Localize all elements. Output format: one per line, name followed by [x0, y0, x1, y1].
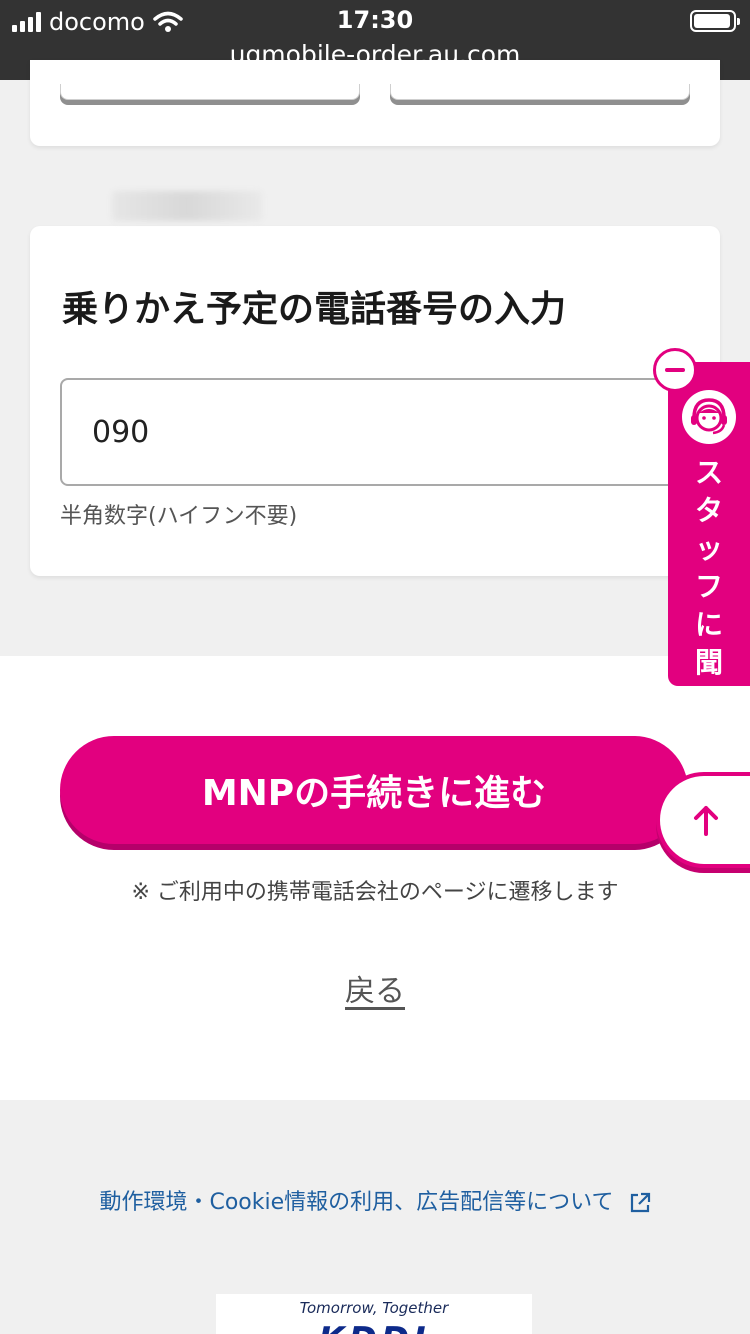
footer-link-label: 動作環境・Cookie情報の利用、広告配信等について: [99, 1190, 614, 1215]
minimize-icon[interactable]: [653, 348, 697, 392]
phone-number-input[interactable]: [60, 378, 700, 486]
external-link-icon: [630, 1192, 650, 1213]
staff-char: タ: [694, 494, 723, 527]
headset-staff-icon: [682, 390, 736, 444]
card-title: 乗りかえ予定の電話番号の入力: [62, 289, 567, 330]
input-hint: 半角数字(ハイフン不要): [60, 504, 298, 529]
kddi-logo: Tomorrow, Together KDDI: [216, 1294, 532, 1334]
option-card-partial: [30, 60, 720, 146]
staff-char: に: [694, 608, 723, 641]
mnp-proceed-button[interactable]: MNPの手続きに進む: [60, 736, 688, 844]
redirect-note: ※ ご利用中の携帯電話会社のページに遷移します: [131, 880, 619, 905]
option-button-right[interactable]: [390, 84, 690, 100]
battery-icon: [690, 10, 740, 32]
staff-char: ッ: [694, 532, 723, 565]
arrow-up-icon: [694, 806, 718, 836]
scroll-to-top-button[interactable]: [656, 772, 750, 868]
ask-staff-tab[interactable]: ス タ ッ フ に 聞 く: [668, 362, 750, 717]
staff-char: フ: [694, 570, 723, 603]
logo-tagline: Tomorrow, Together: [299, 1299, 449, 1317]
clock: 17:30: [336, 6, 414, 34]
staff-char: く: [694, 684, 723, 717]
masked-digits: [112, 191, 262, 221]
staff-char: 聞: [694, 646, 723, 679]
staff-char: ス: [694, 456, 723, 489]
option-button-left[interactable]: [60, 84, 360, 100]
back-link[interactable]: 戻る: [0, 966, 750, 1010]
environment-cookie-link[interactable]: 動作環境・Cookie情報の利用、広告配信等について: [0, 1184, 750, 1216]
ask-staff-label: ス タ ッ フ に 聞 く: [678, 454, 740, 720]
logo-wordmark: KDDI: [216, 1320, 532, 1334]
phone-number-card: 乗りかえ予定の電話番号の入力 半角数字(ハイフン不要): [30, 226, 720, 576]
